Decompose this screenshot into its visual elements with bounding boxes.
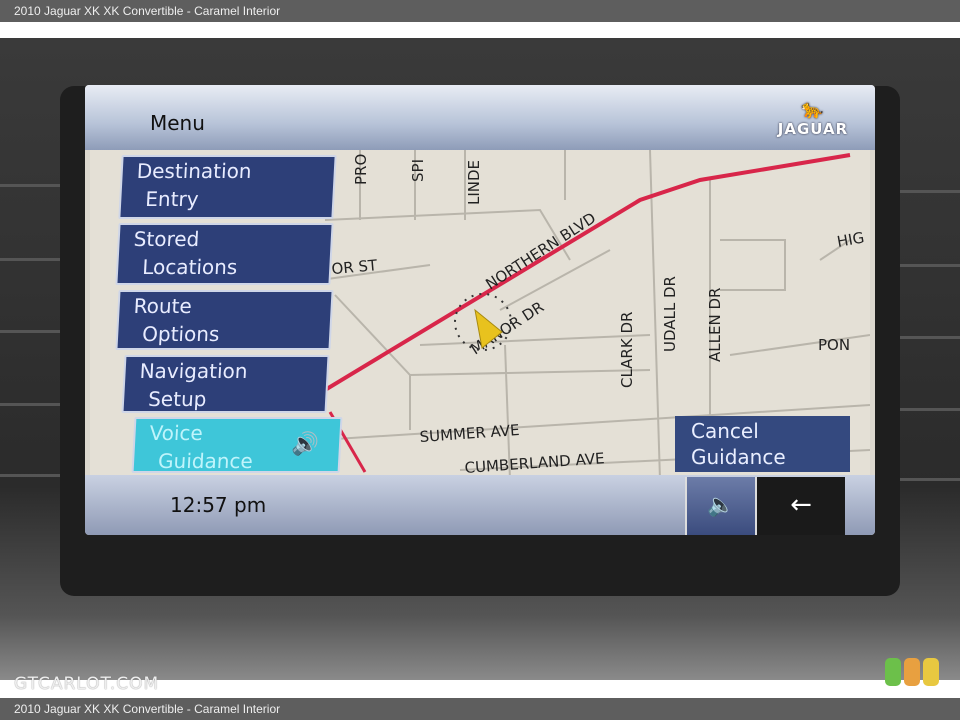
- button-label: Setup: [147, 387, 208, 411]
- button-label: Navigation: [139, 359, 249, 383]
- speaker-icon: 🔊: [290, 432, 320, 457]
- yellow-light-icon: [923, 658, 939, 686]
- jaguar-leaper-icon: 🐆: [801, 99, 825, 120]
- button-label: Cancel: [691, 419, 759, 443]
- back-button[interactable]: ←: [755, 477, 845, 535]
- mute-button[interactable]: 🔈: [685, 477, 755, 535]
- button-label: Entry: [144, 187, 200, 211]
- vent: [900, 336, 960, 339]
- vent: [900, 408, 960, 411]
- rating-lights: [885, 658, 942, 690]
- speaker-icon: 🔈: [707, 493, 735, 518]
- street-clark-dr: CLARK DR: [618, 312, 636, 388]
- logo-text: JAGUAR: [777, 120, 849, 138]
- street-pon: PON: [818, 336, 850, 354]
- vent: [0, 330, 60, 333]
- nav-screen: PRO SPI LINDE NORTHERN BLVD MANOR DR BOR…: [85, 85, 875, 535]
- route-options-button[interactable]: Route Options: [115, 290, 334, 350]
- vent: [0, 258, 60, 261]
- button-label: Route: [133, 294, 193, 318]
- destination-entry-button[interactable]: Destination Entry: [118, 155, 337, 219]
- navigation-setup-button[interactable]: Navigation Setup: [121, 355, 330, 413]
- watermark: GTCARLOT.COM: [14, 674, 160, 694]
- street-udall-dr: UDALL DR: [661, 276, 679, 352]
- voice-guidance-button[interactable]: Voice Guidance 🔊: [131, 417, 343, 473]
- caption-bottom: 2010 Jaguar XK XK Convertible - Caramel …: [0, 698, 960, 720]
- cancel-guidance-button[interactable]: Cancel Guidance: [675, 416, 850, 472]
- button-label: Guidance: [691, 445, 786, 469]
- button-label: Options: [141, 322, 221, 346]
- vent: [0, 474, 60, 477]
- street-spi: SPI: [409, 159, 427, 182]
- clock: 12:57 pm: [170, 493, 267, 517]
- jaguar-logo: 🐆 JAGUAR: [773, 99, 853, 138]
- green-light-icon: [885, 658, 901, 686]
- street-pro: PRO: [352, 154, 370, 185]
- caption-top: 2010 Jaguar XK XK Convertible - Caramel …: [0, 0, 960, 22]
- vent: [0, 184, 60, 187]
- street-allen-dr: ALLEN DR: [706, 288, 724, 362]
- back-arrow-icon: ←: [790, 490, 812, 520]
- button-label: Destination: [136, 159, 253, 183]
- menu-button[interactable]: Menu: [150, 111, 205, 135]
- stored-locations-button[interactable]: Stored Locations: [115, 223, 334, 285]
- vent: [900, 478, 960, 481]
- vent: [900, 264, 960, 267]
- button-label: Locations: [141, 255, 238, 279]
- vent: [0, 403, 60, 406]
- street-linde: LINDE: [465, 160, 483, 205]
- orange-light-icon: [904, 658, 920, 686]
- button-label: Stored: [133, 227, 200, 251]
- vent: [900, 190, 960, 193]
- header: Menu 🐆 JAGUAR: [85, 85, 875, 150]
